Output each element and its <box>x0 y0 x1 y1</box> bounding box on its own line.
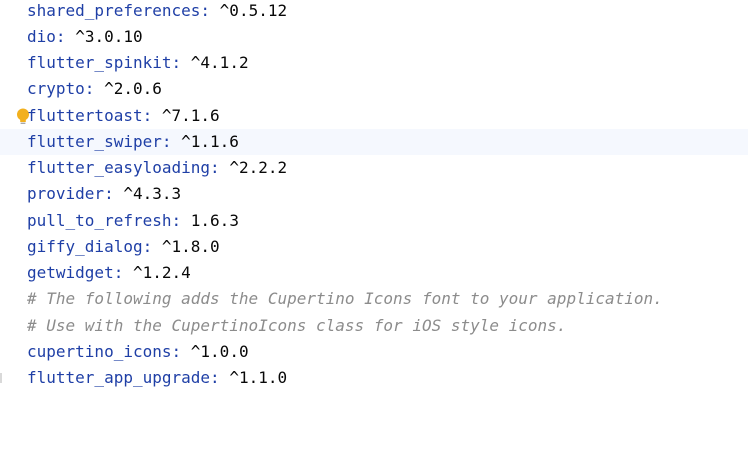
dependency-version: 1.6.3 <box>190 211 239 230</box>
dependency-name: shared_preferences <box>27 1 201 20</box>
dependency-name: flutter_easyloading <box>27 158 211 177</box>
code-line-comment-2[interactable]: # Use with the CupertinoIcons class for … <box>0 313 748 339</box>
dependency-version: ^7.1.6 <box>161 106 220 125</box>
dependency-version: ^0.5.12 <box>219 1 288 20</box>
dependency-name: crypto <box>27 79 85 98</box>
code-line-flutter-swiper[interactable]: flutter_swiper: ^1.1.6 <box>0 129 748 155</box>
code-line-giffy-dialog[interactable]: giffy_dialog: ^1.8.0 <box>0 234 748 260</box>
separator: : <box>84 79 95 98</box>
dependency-version: ^1.8.0 <box>161 237 220 256</box>
code-line-fluttertoast[interactable]: fluttertoast: ^7.1.6 <box>0 103 748 129</box>
code-line-crypto[interactable]: crypto: ^2.0.6 <box>0 76 748 102</box>
code-editor[interactable]: shared_preferences: ^0.5.12 dio: ^3.0.10… <box>0 0 748 403</box>
dependency-version: ^1.0.0 <box>190 342 249 361</box>
dependency-name: flutter_spinkit <box>27 53 172 72</box>
code-line-pull-to-refresh[interactable]: pull_to_refresh: 1.6.3 <box>0 208 748 234</box>
code-line-comment-1[interactable]: # The following adds the Cupertino Icons… <box>0 286 748 312</box>
separator: : <box>55 27 66 46</box>
code-line-shared-preferences[interactable]: shared_preferences: ^0.5.12 <box>0 0 748 24</box>
dependency-version: ^2.0.6 <box>104 79 162 98</box>
separator: : <box>171 342 182 361</box>
dependency-name: dio <box>27 27 56 46</box>
code-line-dio[interactable]: dio: ^3.0.10 <box>0 24 748 50</box>
dependency-name: provider <box>27 184 105 203</box>
code-line-flutter-spinkit[interactable]: flutter_spinkit: ^4.1.2 <box>0 50 748 76</box>
dependency-name: fluttertoast <box>27 106 143 125</box>
code-line-provider[interactable]: provider: ^4.3.3 <box>0 181 748 207</box>
separator: : <box>171 53 182 72</box>
separator: : <box>210 158 220 177</box>
separator: : <box>210 368 220 387</box>
dependency-name: flutter_swiper <box>27 132 162 151</box>
gutter-fold-marker[interactable] <box>0 373 2 383</box>
dependency-version: ^1.2.4 <box>132 263 191 282</box>
separator: : <box>142 106 153 125</box>
dependency-version: ^1.1.6 <box>181 132 239 151</box>
separator: : <box>161 132 172 151</box>
comment-text: # Use with the CupertinoIcons class for … <box>27 316 567 335</box>
dependency-name: cupertino_icons <box>27 342 172 361</box>
dependency-version: ^1.1.0 <box>229 368 288 387</box>
code-line-getwidget[interactable]: getwidget: ^1.2.4 <box>0 260 748 286</box>
dependency-version: ^4.1.2 <box>190 53 249 72</box>
dependency-version: ^4.3.3 <box>123 184 182 203</box>
dependency-name: getwidget <box>27 263 114 282</box>
dependency-name: giffy_dialog <box>27 237 143 256</box>
code-line-flutter-easyloading[interactable]: flutter_easyloading: ^2.2.2 <box>0 155 748 181</box>
dependency-name: pull_to_refresh <box>27 211 172 230</box>
separator: : <box>142 237 153 256</box>
code-line-flutter-app-upgrade[interactable]: flutter_app_upgrade: ^1.1.0 <box>0 365 748 391</box>
dependency-name: flutter_app_upgrade <box>27 368 211 387</box>
dependency-version: ^2.2.2 <box>229 158 288 177</box>
code-line-cupertino-icons[interactable]: cupertino_icons: ^1.0.0 <box>0 339 748 365</box>
separator: : <box>104 184 114 203</box>
separator: : <box>200 1 211 20</box>
dependency-version: ^3.0.10 <box>75 27 143 46</box>
separator: : <box>171 211 182 230</box>
comment-text: # The following adds the Cupertino Icons… <box>27 289 663 308</box>
separator: : <box>113 263 124 282</box>
